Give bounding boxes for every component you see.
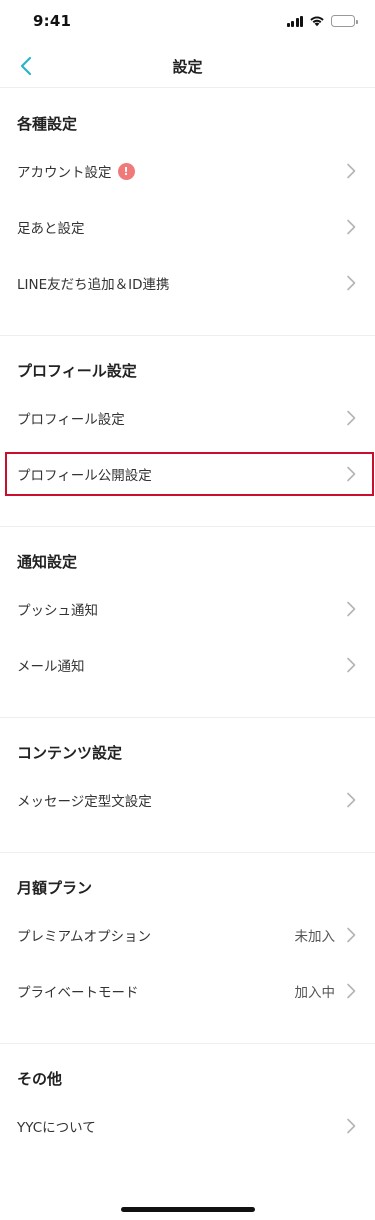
row-premium-option[interactable]: プレミアムオプション 未加入 — [0, 907, 375, 963]
chevron-right-icon — [347, 792, 356, 808]
row-label: プロフィール設定 — [17, 412, 125, 428]
status-time: 9:41 — [33, 12, 72, 30]
chevron-right-icon — [347, 275, 356, 291]
signal-icon — [286, 15, 303, 27]
section-content: コンテンツ設定 メッセージ定型文設定 — [0, 718, 375, 853]
row-label: メッセージ定型文設定 — [17, 794, 152, 810]
row-label: プライベートモード — [17, 985, 139, 1001]
row-label: LINE友だち追加＆ID連携 — [17, 277, 170, 293]
row-profile-settings[interactable]: プロフィール設定 — [0, 390, 375, 446]
settings-list: 各種設定 アカウント設定 ! 足あと設定 LINE友だち追加＆ID連携 プロフィ… — [0, 89, 375, 1178]
section-notifications: 通知設定 プッシュ通知 メール通知 — [0, 527, 375, 718]
row-line-friend-id-link[interactable]: LINE友だち追加＆ID連携 — [0, 255, 375, 311]
row-label: アカウント設定 — [17, 165, 112, 181]
navigation-bar: 設定 — [0, 44, 375, 88]
row-label: 足あと設定 — [17, 221, 85, 237]
row-label: プロフィール公開設定 — [17, 468, 152, 484]
section-title: 通知設定 — [17, 553, 78, 571]
battery-icon — [331, 15, 358, 27]
chevron-right-icon — [347, 927, 356, 943]
exclamation-icon: ! — [117, 162, 135, 180]
row-status-value: 未加入 — [294, 929, 336, 945]
row-account-settings[interactable]: アカウント設定 ! — [0, 143, 375, 199]
section-title: その他 — [17, 1070, 63, 1088]
page-title: 設定 — [172, 58, 203, 76]
chevron-right-icon — [347, 163, 356, 179]
row-label: プレミアムオプション — [17, 929, 152, 945]
section-profile: プロフィール設定 プロフィール設定 プロフィール公開設定 — [0, 336, 375, 527]
wifi-icon — [310, 16, 324, 27]
home-indicator — [121, 1207, 255, 1212]
row-profile-visibility-settings[interactable]: プロフィール公開設定 — [0, 446, 375, 502]
chevron-right-icon — [347, 466, 356, 482]
row-status-value: 加入中 — [294, 985, 336, 1001]
chevron-right-icon — [347, 983, 356, 999]
row-about-yyc[interactable]: YYCについて — [0, 1098, 375, 1154]
section-general: 各種設定 アカウント設定 ! 足あと設定 LINE友だち追加＆ID連携 — [0, 89, 375, 336]
chevron-right-icon — [347, 601, 356, 617]
section-title: 各種設定 — [17, 115, 78, 133]
section-monthly-plan: 月額プラン プレミアムオプション 未加入 プライベートモード 加入中 — [0, 853, 375, 1044]
status-bar: 9:41 — [0, 0, 375, 44]
chevron-right-icon — [347, 657, 356, 673]
row-label: YYCについて — [17, 1120, 96, 1136]
row-label: プッシュ通知 — [17, 603, 98, 619]
section-title: 月額プラン — [17, 879, 93, 897]
chevron-right-icon — [347, 1118, 356, 1134]
row-email-notifications[interactable]: メール通知 — [0, 637, 375, 693]
chevron-right-icon — [347, 410, 356, 426]
section-title: プロフィール設定 — [17, 362, 137, 380]
chevron-right-icon — [347, 219, 356, 235]
row-private-mode[interactable]: プライベートモード 加入中 — [0, 963, 375, 1019]
row-footprint-settings[interactable]: 足あと設定 — [0, 199, 375, 255]
section-title: コンテンツ設定 — [17, 744, 123, 762]
row-push-notifications[interactable]: プッシュ通知 — [0, 581, 375, 637]
row-label: メール通知 — [17, 659, 85, 675]
section-other: その他 YYCについて — [0, 1044, 375, 1178]
row-message-templates[interactable]: メッセージ定型文設定 — [0, 772, 375, 828]
status-icons — [286, 15, 358, 27]
